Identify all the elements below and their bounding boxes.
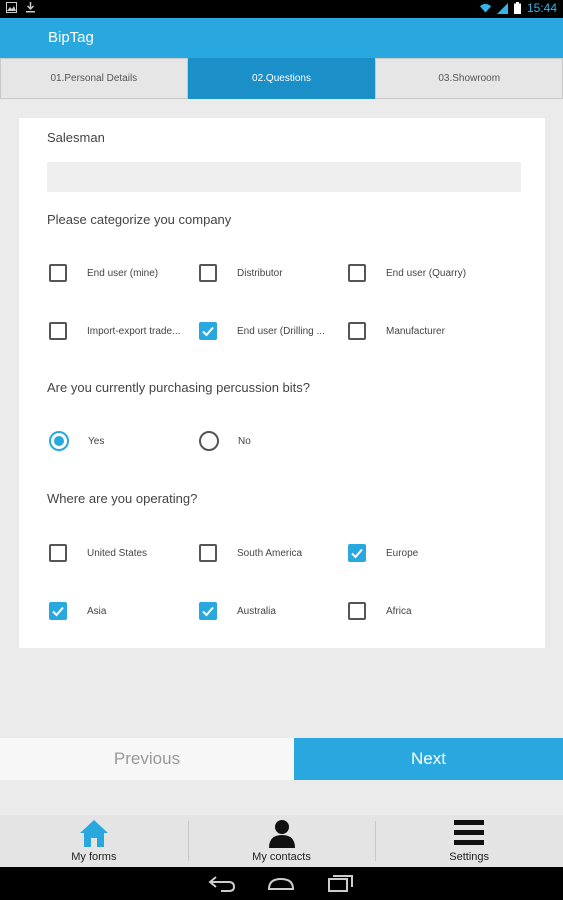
nav-label: My contacts [252,851,311,863]
operating-question: Where are you operating? [47,491,198,506]
radio-button-selected[interactable] [49,431,69,451]
category-option-end-user-mine[interactable]: End user (mine) [49,264,158,282]
person-icon [268,820,295,848]
region-option-label: South America [237,547,303,559]
step-tabs: 01.Personal Details 02.Questions 03.Show… [0,58,563,99]
category-option-label: End user (mine) [87,267,159,279]
category-option-label: End user (Quarry) [386,267,467,279]
region-option-united-states[interactable]: United States [49,544,147,562]
region-option-label: Australia [237,605,276,617]
menu-icon [454,820,485,845]
region-option-south-america[interactable]: South America [199,544,302,562]
category-option-label: Import-export trade... [87,325,181,337]
region-option-europe[interactable]: Europe [348,544,418,562]
bottom-navigation: My forms My contacts Settings [0,815,563,867]
region-option-label: Europe [386,547,419,559]
checkbox[interactable] [199,264,217,282]
system-navigation-bar [0,867,563,900]
status-bar: 15:44 [0,0,563,18]
checkbox-checked[interactable] [199,322,217,340]
radio-option-no[interactable]: No [199,431,251,451]
checkmark-icon [52,606,64,617]
download-icon [26,2,35,13]
checkbox-checked[interactable] [199,602,217,620]
checkmark-icon [202,606,214,617]
home-icon [79,820,108,847]
signal-icon [496,2,508,14]
category-option-distributor[interactable]: Distributor [199,264,283,282]
salesman-input[interactable] [47,162,521,192]
checkbox[interactable] [49,322,67,340]
category-option-end-user-quarry[interactable]: End user (Quarry) [348,264,466,282]
app-title: BipTag [48,29,94,46]
app-bar: BipTag [0,18,563,58]
status-time: 15:44 [526,1,557,15]
purchasing-question: Are you currently purchasing percussion … [47,380,311,395]
region-option-africa[interactable]: Africa [348,602,412,620]
nav-my-contacts[interactable]: My contacts [187,815,376,867]
recent-apps-icon[interactable] [326,873,356,893]
radio-button[interactable] [199,431,219,451]
battery-icon [513,2,521,14]
nav-label: Settings [449,851,490,863]
region-option-label: United States [87,547,148,559]
previous-button[interactable]: Previous [0,738,294,780]
nav-settings[interactable]: Settings [375,815,563,867]
checkbox[interactable] [348,602,366,620]
radio-option-label: Yes [88,435,105,447]
checkbox-checked[interactable] [49,602,67,620]
category-option-label: Manufacturer [386,325,445,337]
next-button[interactable]: Next [294,738,563,780]
checkbox[interactable] [348,264,366,282]
category-option-manufacturer[interactable]: Manufacturer [348,322,445,340]
checkbox[interactable] [49,264,67,282]
form-card: Salesman Please categorize you company E… [19,118,545,648]
salesman-label: Salesman [47,130,105,145]
category-option-import-export[interactable]: Import-export trade... [49,322,180,340]
tab-personal-details[interactable]: 01.Personal Details [0,58,188,99]
category-option-end-user-drilling[interactable]: End user (Drilling ... [199,322,325,340]
region-option-label: Asia [87,605,107,617]
home-nav-icon[interactable] [266,873,296,893]
category-option-label: Distributor [237,267,283,279]
tab-questions[interactable]: 02.Questions [187,58,376,99]
checkbox[interactable] [199,544,217,562]
radio-option-yes[interactable]: Yes [49,431,104,451]
checkbox-checked[interactable] [348,544,366,562]
checkmark-icon [351,548,363,559]
checkbox[interactable] [348,322,366,340]
region-option-asia[interactable]: Asia [49,602,106,620]
nav-my-forms[interactable]: My forms [0,815,188,867]
image-notification-icon [6,2,17,13]
region-option-label: Africa [386,605,412,617]
radio-option-label: No [238,435,251,447]
checkbox[interactable] [49,544,67,562]
region-option-australia[interactable]: Australia [199,602,276,620]
back-icon[interactable] [207,873,237,893]
tab-showroom[interactable]: 03.Showroom [375,58,563,99]
wifi-icon [479,3,491,13]
nav-label: My forms [71,851,117,863]
category-option-label: End user (Drilling ... [237,325,325,337]
categorize-question: Please categorize you company [47,212,232,227]
checkmark-icon [202,326,214,337]
